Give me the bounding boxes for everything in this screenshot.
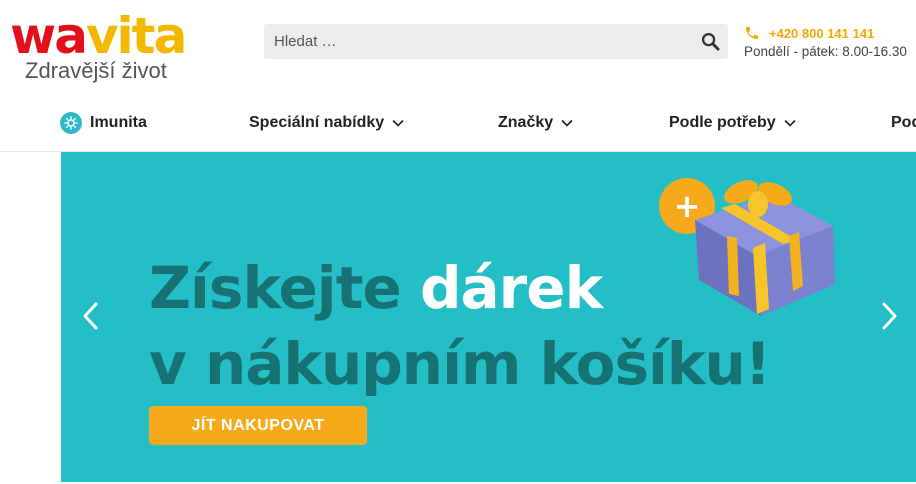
logo-word-vita: vita	[85, 7, 187, 65]
carousel-next-button[interactable]	[877, 298, 903, 334]
search-icon	[701, 32, 720, 51]
chevron-down-icon	[392, 119, 404, 127]
logo-word-wa: wa	[10, 7, 88, 65]
main-nav: Imunita Speciální nabídky Značky Podle p…	[0, 95, 916, 152]
nav-item-label: Speciální nabídky	[249, 114, 385, 131]
logo-wordmark: wavita	[10, 7, 187, 65]
opening-hours: Pondělí - pátek: 8.00-16.30	[744, 44, 907, 59]
headline-word-darek: dárek	[419, 254, 603, 322]
banner-headline: Získejte dárek v nákupním košíku!	[149, 250, 771, 402]
gift-plus-badge: +	[674, 187, 701, 225]
immunity-icon	[60, 112, 82, 134]
arrow-left-icon	[83, 302, 98, 330]
phone-number[interactable]: +420 800 141 141	[769, 26, 874, 41]
promo-banner[interactable]: + Získejte dárek v nákupním košíku! JÍT …	[61, 152, 916, 482]
logo-tagline: Zdravější život	[25, 58, 167, 83]
search-input[interactable]	[264, 24, 692, 59]
nav-item-imunita[interactable]: Imunita	[60, 95, 147, 151]
carousel-prev-button[interactable]	[77, 298, 103, 334]
chevron-down-icon	[784, 119, 796, 127]
headline-word-ziskejte: Získejte	[149, 254, 402, 322]
headline-line-1: Získejte dárek	[149, 250, 770, 326]
nav-item-label: Podle potřeby	[669, 114, 776, 131]
nav-item-podle-potreby[interactable]: Podle potřeby	[669, 95, 796, 151]
search-button[interactable]	[692, 24, 728, 59]
phone-icon	[746, 27, 758, 39]
nav-item-specialni-nabidky[interactable]: Speciální nabídky	[249, 95, 404, 151]
arrow-right-icon	[882, 302, 897, 330]
nav-item-label: Pod	[891, 114, 916, 131]
nav-item-truncated[interactable]: Pod	[891, 95, 916, 151]
nav-item-label: Imunita	[90, 114, 147, 131]
contact-info: +420 800 141 141 Pondělí - pátek: 8.00-1…	[744, 24, 907, 60]
nav-item-znacky[interactable]: Značky	[498, 95, 573, 151]
nav-item-label: Značky	[498, 114, 554, 131]
headline-line-2: v nákupním košíku!	[149, 330, 771, 398]
wavita-logo[interactable]: wavita Zdravější život	[10, 8, 210, 84]
chevron-down-icon	[561, 119, 573, 127]
search-bar	[264, 24, 728, 59]
phone-row[interactable]: +420 800 141 141	[744, 24, 907, 42]
shop-now-button[interactable]: JÍT NAKUPOVAT	[149, 406, 367, 445]
